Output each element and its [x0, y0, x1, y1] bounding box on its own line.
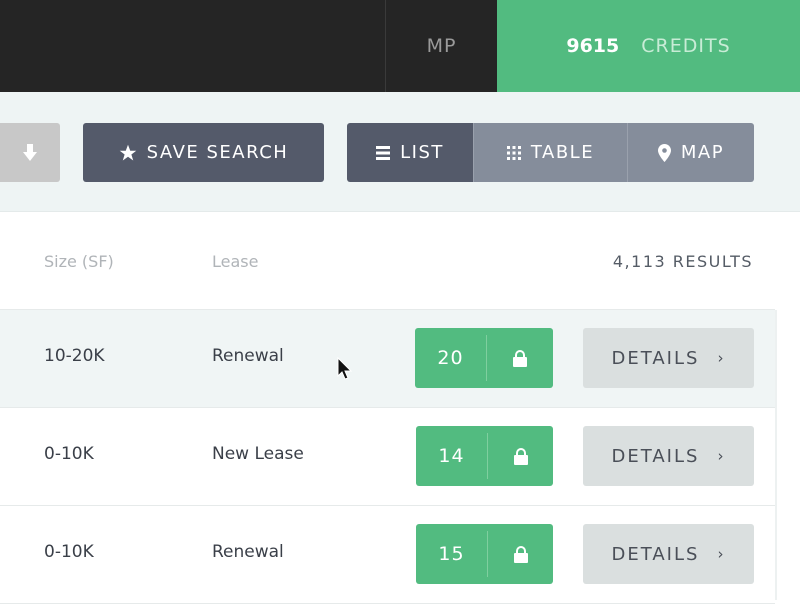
size-cell: 0-10K [44, 542, 94, 562]
lease-cell: Renewal [212, 542, 284, 562]
lock-icon [513, 447, 528, 465]
list-icon [376, 145, 391, 160]
view-table-button[interactable]: TABLE [473, 123, 627, 182]
scrollbar[interactable] [775, 310, 800, 600]
map-pin-icon [657, 143, 671, 162]
credits-button[interactable]: 9615 CREDITS [497, 0, 800, 92]
credit-cost: 15 [438, 543, 465, 565]
unlock-button[interactable]: 14 [416, 426, 553, 486]
mouse-cursor-icon [337, 357, 353, 380]
download-arrow-icon [23, 143, 37, 161]
star-icon [119, 144, 136, 160]
chevron-right-icon: › [717, 545, 726, 563]
view-list-button[interactable]: LIST [347, 123, 473, 182]
user-menu[interactable]: MP [385, 0, 497, 92]
chevron-right-icon: › [717, 349, 726, 367]
table-row[interactable]: 0-10K New Lease 14 DETAILS › [0, 408, 775, 506]
save-search-button[interactable]: SAVE SEARCH [83, 123, 324, 182]
lock-icon [513, 545, 528, 563]
table-row[interactable]: 0-10K Renewal 15 DETAILS › [0, 506, 775, 604]
column-header-size[interactable]: Size (SF) [44, 252, 114, 271]
size-cell: 10-20K [44, 346, 105, 366]
credit-cost: 14 [438, 445, 465, 467]
column-header-lease[interactable]: Lease [212, 252, 258, 271]
view-map-button[interactable]: MAP [627, 123, 754, 182]
lease-cell: Renewal [212, 346, 284, 366]
lock-icon [513, 349, 527, 367]
details-label: DETAILS [611, 347, 700, 369]
download-button[interactable] [0, 123, 60, 182]
lease-cell: New Lease [212, 444, 304, 464]
results-count: 4,113 RESULTS [612, 252, 753, 271]
credits-label: CREDITS [641, 35, 731, 57]
grid-icon [506, 145, 521, 160]
size-cell: 0-10K [44, 444, 94, 464]
view-list-label: LIST [400, 142, 444, 163]
view-table-label: TABLE [530, 142, 595, 163]
credit-cost: 20 [437, 347, 464, 369]
table-row[interactable]: 10-20K Renewal 20 DETAILS › [0, 310, 775, 408]
credits-count: 9615 [566, 35, 620, 57]
chevron-right-icon: › [717, 447, 726, 465]
unlock-button[interactable]: 15 [416, 524, 553, 584]
table-header: Size (SF) Lease 4,113 RESULTS [0, 212, 775, 310]
details-label: DETAILS [611, 543, 700, 565]
top-bar: MP 9615 CREDITS [0, 0, 800, 92]
user-initials: MP [426, 35, 457, 57]
details-label: DETAILS [611, 445, 700, 467]
details-button[interactable]: DETAILS › [583, 328, 754, 388]
toolbar: SAVE SEARCH LIST TABLE MAP [0, 92, 800, 212]
details-button[interactable]: DETAILS › [583, 524, 754, 584]
view-map-label: MAP [680, 142, 725, 163]
details-button[interactable]: DETAILS › [583, 426, 754, 486]
save-search-label: SAVE SEARCH [146, 142, 289, 163]
unlock-button[interactable]: 20 [415, 328, 553, 388]
